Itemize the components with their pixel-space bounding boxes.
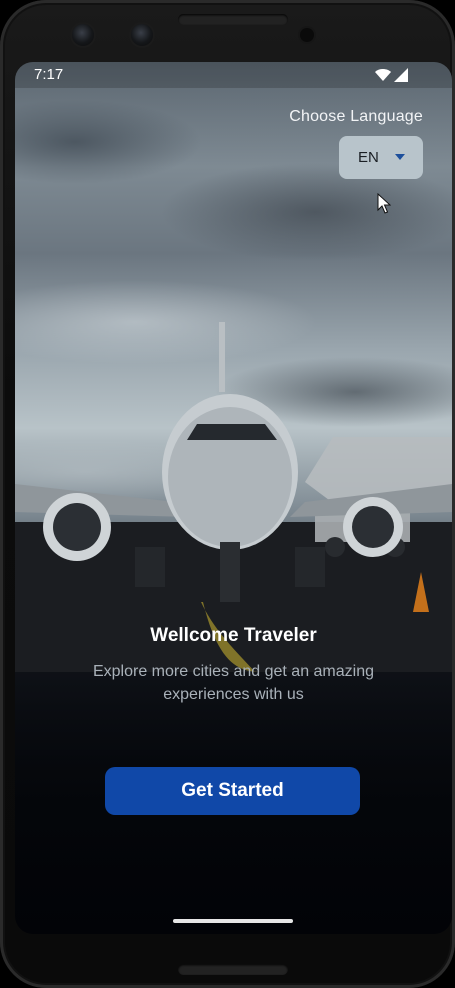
home-indicator[interactable] [173,919,293,923]
welcome-title: Wellcome Traveler [150,625,317,646]
mouse-cursor-icon [377,193,391,214]
wifi-icon [375,69,391,81]
status-bar: 7:17 [15,62,452,88]
welcome-subtitle: Explore more cities and get an amazing e… [92,663,375,703]
dropdown-arrow-icon [395,154,405,160]
app-screen: 7:17 Choose Language EN Wellcome Travele… [15,62,452,934]
front-camera [72,24,94,46]
bottom-speaker [178,964,288,975]
language-dropdown-value: EN [358,149,379,166]
choose-language-label: Choose Language [289,108,423,125]
status-time: 7:17 [34,66,64,83]
front-camera-secondary [131,24,153,46]
airplane-background-image [15,322,452,672]
signal-icon [394,68,408,82]
proximity-sensor [300,28,314,42]
top-speaker [178,14,288,25]
get-started-button[interactable]: Get Started [105,767,360,815]
phone-device: 7:17 Choose Language EN Wellcome Travele… [0,0,455,988]
language-dropdown[interactable]: EN [339,136,423,179]
